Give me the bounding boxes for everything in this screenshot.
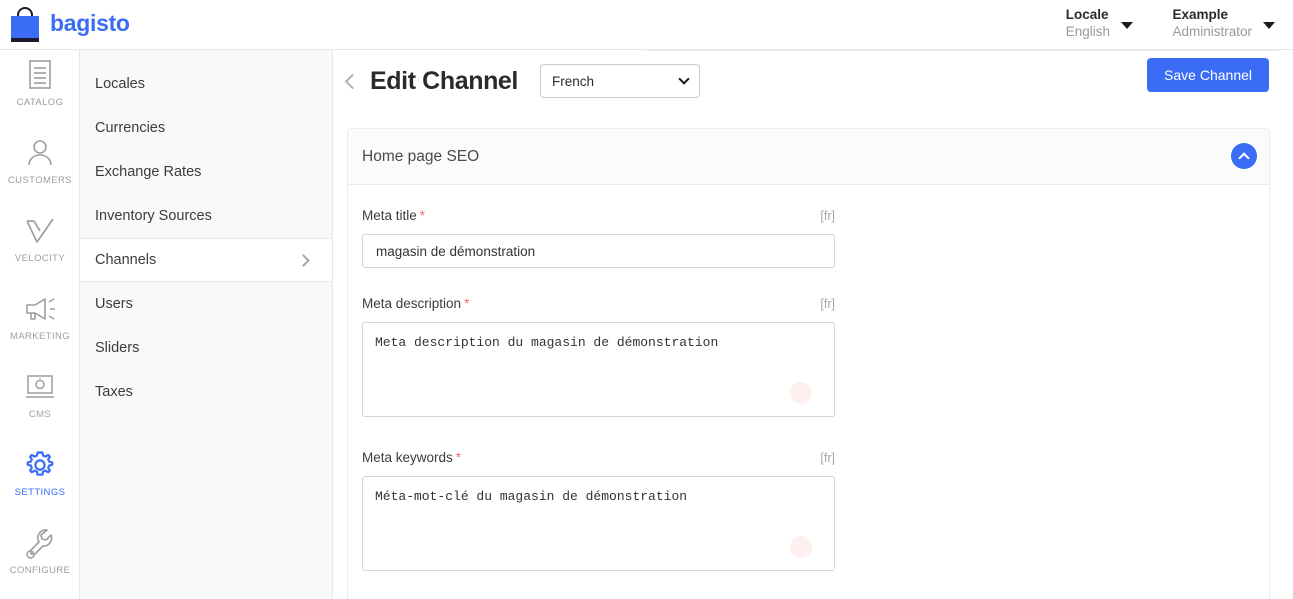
meta-description-textarea[interactable]: Meta description du magasin de démonstra… bbox=[362, 322, 835, 417]
field-meta-title: Meta title* [fr] bbox=[362, 207, 835, 268]
megaphone-icon bbox=[0, 290, 80, 328]
locale-tag: [fr] bbox=[820, 297, 835, 311]
chevron-right-icon bbox=[297, 254, 310, 267]
sidebar-item-cms[interactable]: CMS bbox=[0, 368, 80, 420]
sidebar-item-customers[interactable]: CUSTOMERS bbox=[0, 134, 80, 186]
account-name: Example bbox=[1172, 7, 1252, 24]
account-menu[interactable]: Example Administrator bbox=[1172, 7, 1275, 41]
field-meta-description: Meta description* [fr] Meta description … bbox=[362, 295, 835, 422]
seo-card-body: Meta title* [fr] Meta description* [fr] … bbox=[348, 185, 1269, 576]
subnav-label: Exchange Rates bbox=[95, 164, 314, 180]
shopping-bag-icon bbox=[8, 4, 42, 42]
subnav-label: Users bbox=[95, 296, 314, 312]
locale-tag: [fr] bbox=[820, 451, 835, 465]
subnav-label: Channels bbox=[95, 252, 299, 268]
subnav-label: Taxes bbox=[95, 384, 314, 400]
subnav-item-channels[interactable]: Channels bbox=[80, 238, 332, 282]
field-label-row: Meta keywords* [fr] bbox=[362, 449, 835, 467]
sidebar-label-cms: CMS bbox=[0, 409, 80, 420]
meta-description-wrapper: Meta description du magasin de démonstra… bbox=[362, 322, 835, 422]
subnav-label: Currencies bbox=[95, 120, 314, 136]
subnav-item-users[interactable]: Users bbox=[80, 282, 332, 326]
locale-tag: [fr] bbox=[820, 209, 835, 223]
monitor-gear-icon bbox=[0, 368, 80, 406]
page-header: Edit Channel French Save Channel bbox=[333, 50, 1293, 112]
field-label: Meta title bbox=[362, 208, 417, 223]
caret-down-icon bbox=[1121, 22, 1133, 29]
locale-select[interactable]: French bbox=[540, 64, 700, 98]
subnav-item-currencies[interactable]: Currencies bbox=[80, 106, 332, 150]
field-label: Meta keywords bbox=[362, 450, 453, 465]
brand-name: bagisto bbox=[50, 10, 130, 37]
seo-card-title: Home page SEO bbox=[362, 148, 479, 166]
wrench-icon bbox=[0, 524, 80, 562]
seo-card-header: Home page SEO bbox=[348, 129, 1269, 185]
meta-title-input[interactable] bbox=[362, 234, 835, 268]
sidebar-label-velocity: VELOCITY bbox=[0, 253, 80, 264]
sidebar-label-configure: CONFIGURE bbox=[0, 565, 80, 576]
subnav-item-taxes[interactable]: Taxes bbox=[80, 370, 332, 414]
locale-switcher[interactable]: Locale English bbox=[1066, 7, 1133, 41]
field-label-wrap: Meta keywords* bbox=[362, 449, 461, 467]
sidebar-item-configure[interactable]: CONFIGURE bbox=[0, 524, 80, 576]
field-label-row: Meta description* [fr] bbox=[362, 295, 835, 313]
top-header-bar: bagisto Locale English Example Administr… bbox=[0, 0, 1293, 50]
locale-select-wrapper: French bbox=[540, 64, 700, 98]
chevron-left-icon[interactable] bbox=[345, 73, 361, 89]
person-icon bbox=[0, 134, 80, 172]
required-asterisk: * bbox=[420, 208, 425, 223]
document-lines-icon bbox=[0, 56, 80, 94]
field-label: Meta description bbox=[362, 296, 461, 311]
field-meta-keywords: Meta keywords* [fr] Méta-mot-clé du maga… bbox=[362, 449, 835, 576]
sidebar-item-settings[interactable]: SETTINGS bbox=[0, 446, 80, 498]
subnav-item-inventory-sources[interactable]: Inventory Sources bbox=[80, 194, 332, 238]
field-label-row: Meta title* [fr] bbox=[362, 207, 835, 225]
chevron-up-icon bbox=[1238, 152, 1249, 163]
locale-switcher-title: Locale bbox=[1066, 7, 1110, 24]
account-role: Administrator bbox=[1172, 24, 1252, 41]
primary-icon-sidebar: CATALOG CUSTOMERS VELOCITY bbox=[0, 50, 80, 599]
required-asterisk: * bbox=[456, 450, 461, 465]
sidebar-item-catalog[interactable]: CATALOG bbox=[0, 56, 80, 108]
collapse-section-button[interactable] bbox=[1231, 143, 1257, 169]
sidebar-label-settings: SETTINGS bbox=[0, 487, 80, 498]
save-channel-button[interactable]: Save Channel bbox=[1147, 58, 1269, 92]
header-divider bbox=[646, 50, 1279, 51]
required-asterisk: * bbox=[464, 296, 469, 311]
subnav-item-locales[interactable]: Locales bbox=[80, 62, 332, 106]
subnav-label: Locales bbox=[95, 76, 314, 92]
caret-down-icon bbox=[1263, 22, 1275, 29]
brand-logo[interactable]: bagisto bbox=[8, 4, 130, 42]
meta-keywords-wrapper: Méta-mot-clé du magasin de démonstration bbox=[362, 476, 835, 576]
sidebar-item-marketing[interactable]: MARKETING bbox=[0, 290, 80, 342]
meta-keywords-textarea[interactable]: Méta-mot-clé du magasin de démonstration bbox=[362, 476, 835, 571]
sidebar-item-velocity[interactable]: VELOCITY bbox=[0, 212, 80, 264]
subnav-item-sliders[interactable]: Sliders bbox=[80, 326, 332, 370]
home-page-seo-card: Home page SEO Meta title* [fr] bbox=[347, 128, 1270, 599]
sidebar-label-marketing: MARKETING bbox=[0, 331, 80, 342]
double-check-icon bbox=[0, 212, 80, 250]
gear-icon bbox=[0, 446, 80, 484]
settings-submenu: Locales Currencies Exchange Rates Invent… bbox=[80, 50, 333, 599]
field-label-wrap: Meta title* bbox=[362, 207, 425, 225]
subnav-label: Inventory Sources bbox=[95, 208, 314, 224]
locale-switcher-value: English bbox=[1066, 24, 1110, 41]
field-label-wrap: Meta description* bbox=[362, 295, 469, 313]
subnav-label: Sliders bbox=[95, 340, 314, 356]
sidebar-label-catalog: CATALOG bbox=[0, 97, 80, 108]
page-title: Edit Channel bbox=[370, 67, 518, 96]
subnav-item-exchange-rates[interactable]: Exchange Rates bbox=[80, 150, 332, 194]
main-content: Edit Channel French Save Channel Home pa… bbox=[333, 50, 1293, 599]
sidebar-label-customers: CUSTOMERS bbox=[0, 175, 80, 186]
